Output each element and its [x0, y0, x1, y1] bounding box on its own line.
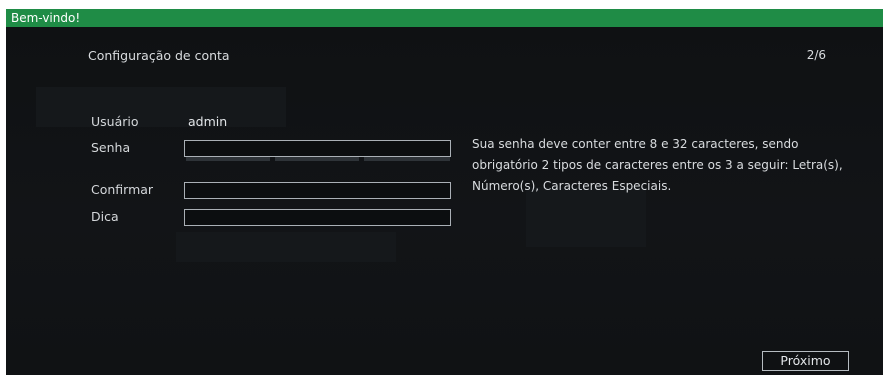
user-label: Usuário: [91, 114, 139, 129]
strength-segment-strong: [364, 157, 450, 161]
hint-field[interactable]: [184, 209, 451, 226]
background-shape: [36, 87, 286, 127]
confirm-label: Confirmar: [91, 182, 154, 197]
background-shape: [176, 232, 396, 262]
strength-segment-medium: [275, 157, 359, 161]
window-title: Bem-vindo!: [6, 9, 883, 27]
password-field[interactable]: [184, 140, 451, 157]
password-requirements-text: Sua senha deve conter entre 8 e 32 carac…: [472, 137, 843, 193]
step-indicator: 2/6: [806, 48, 826, 62]
confirm-password-field[interactable]: [184, 182, 451, 199]
user-value: admin: [188, 114, 228, 129]
hint-label: Dica: [91, 209, 119, 224]
welcome-dialog: Bem-vindo! Configuração de conta 2/6 Usu…: [6, 9, 883, 375]
next-button[interactable]: Próximo: [762, 351, 849, 371]
strength-segment-weak: [186, 157, 270, 161]
password-label: Senha: [91, 140, 131, 155]
page-title: Configuração de conta: [88, 48, 230, 63]
dialog-content: Configuração de conta 2/6 Usuário admin …: [6, 27, 883, 375]
